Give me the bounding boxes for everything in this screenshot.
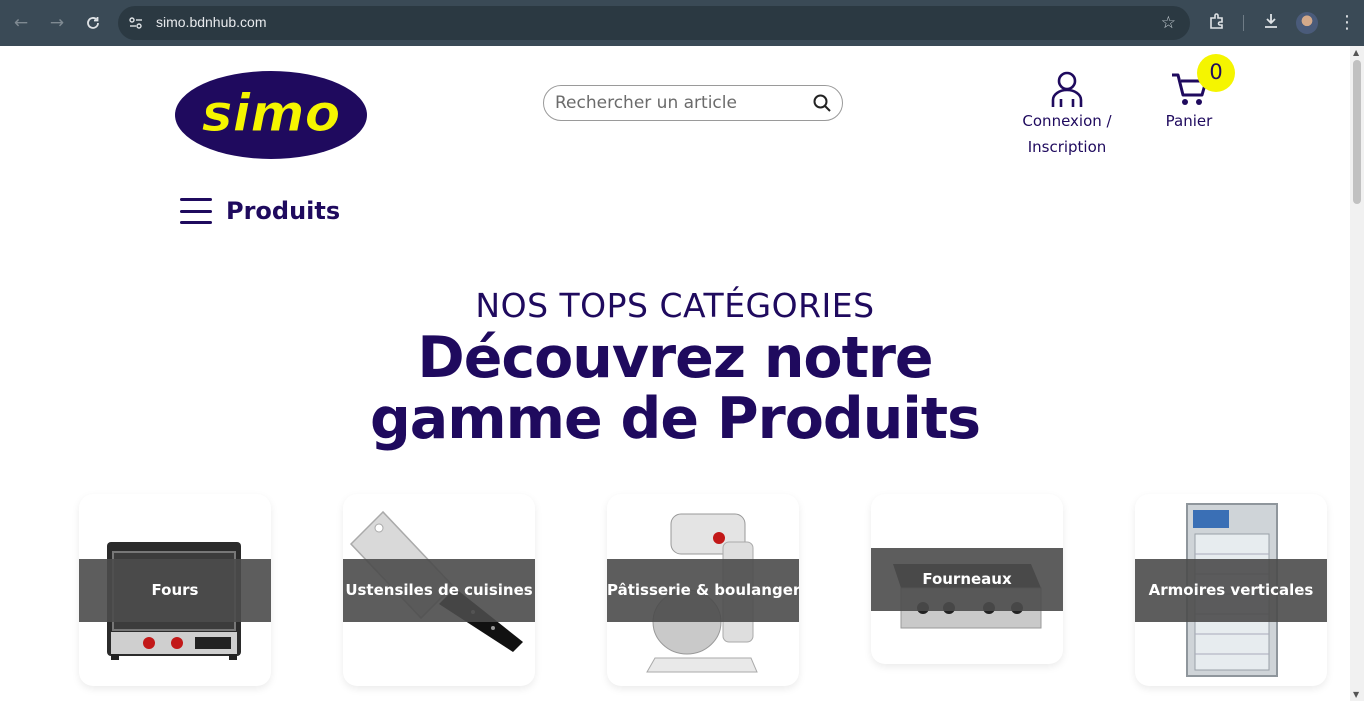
account-label-line1[interactable]: Connexion / xyxy=(1008,108,1126,134)
category-card-armoires[interactable]: Armoires verticales xyxy=(1135,494,1327,686)
page-content: simo Connexion / Inscription Panier 0 Pr… xyxy=(0,46,1350,701)
site-settings-icon[interactable] xyxy=(128,15,144,31)
category-label[interactable]: Fourneaux xyxy=(871,548,1063,611)
reload-icon[interactable] xyxy=(82,12,104,34)
profile-avatar[interactable] xyxy=(1296,12,1318,34)
toolbar-separator xyxy=(1243,15,1244,31)
back-arrow-icon[interactable]: ← xyxy=(10,12,32,34)
category-card-patisserie[interactable]: Pâtisserie & boulangerie xyxy=(607,494,799,686)
simo-logo[interactable]: simo xyxy=(175,71,367,159)
user-icon xyxy=(1051,71,1083,107)
category-card-fours[interactable]: Fours xyxy=(79,494,271,686)
scroll-down-arrow-icon[interactable]: ▼ xyxy=(1353,690,1359,699)
scrollbar-thumb[interactable] xyxy=(1353,60,1361,204)
category-card-ustensiles[interactable]: Ustensiles de cuisines xyxy=(343,494,535,686)
cart-label[interactable]: Panier xyxy=(1150,108,1228,134)
search-box[interactable] xyxy=(543,85,843,121)
url-text[interactable]: simo.bdnhub.com xyxy=(156,14,267,30)
hamburger-icon[interactable] xyxy=(180,198,212,224)
account-link[interactable]: Connexion / Inscription xyxy=(1008,70,1126,160)
category-label[interactable]: Armoires verticales xyxy=(1135,559,1327,622)
products-menu-toggle[interactable]: Produits xyxy=(180,197,340,225)
address-bar[interactable]: simo.bdnhub.com ☆ xyxy=(118,6,1190,40)
search-input[interactable] xyxy=(555,92,805,114)
scroll-up-arrow-icon[interactable]: ▲ xyxy=(1353,48,1359,57)
section-headline: Découvrez notre gamme de Produits xyxy=(0,328,1350,450)
browser-toolbar: ← → simo.bdnhub.com ☆ ⋮ xyxy=(0,0,1364,46)
download-icon[interactable] xyxy=(1262,12,1280,36)
menu-label[interactable]: Produits xyxy=(226,197,340,225)
category-label[interactable]: Pâtisserie & boulangerie xyxy=(607,559,799,622)
headline-line2: gamme de Produits xyxy=(370,386,981,452)
forward-arrow-icon[interactable]: → xyxy=(46,12,68,34)
category-label[interactable]: Ustensiles de cuisines xyxy=(343,559,535,622)
account-label-line2[interactable]: Inscription xyxy=(1008,134,1126,160)
logo-text: simo xyxy=(202,84,341,144)
category-card-fourneaux[interactable]: Fourneaux xyxy=(871,494,1063,664)
category-label[interactable]: Fours xyxy=(79,559,271,622)
section-kicker: NOS TOPS CATÉGORIES xyxy=(475,286,875,325)
scrollbar[interactable]: ▲ ▼ xyxy=(1350,46,1364,701)
headline-line1: Découvrez notre xyxy=(417,325,933,391)
cart-count-badge: 0 xyxy=(1197,54,1235,92)
extensions-icon[interactable] xyxy=(1208,12,1226,36)
star-icon[interactable]: ☆ xyxy=(1161,13,1176,33)
menu-kebab-icon[interactable]: ⋮ xyxy=(1338,12,1356,34)
search-icon[interactable] xyxy=(812,93,832,113)
